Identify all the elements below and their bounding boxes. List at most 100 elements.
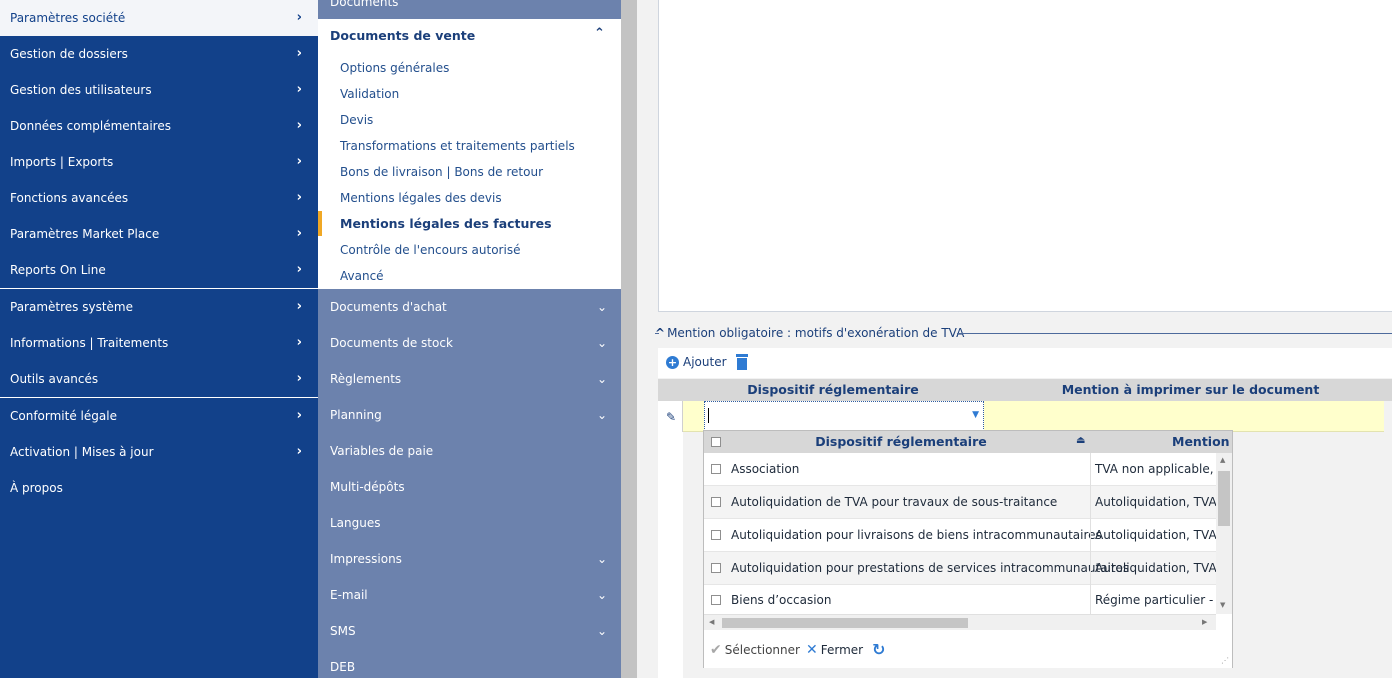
row-edit-indicator: ✎ xyxy=(658,401,683,432)
select-button[interactable]: ✔ Sélectionner xyxy=(710,642,800,658)
row-mention: Régime particulier - Bie xyxy=(1090,585,1216,614)
submenu-group-label: Variables de paie xyxy=(330,444,434,458)
submenu-group-documents-vente[interactable]: Documents de vente xyxy=(330,28,475,43)
add-button[interactable]: + Ajouter xyxy=(666,355,727,369)
column-header-dispositif[interactable]: Dispositif réglementaire xyxy=(683,379,983,401)
dropdown-horizontal-scrollbar[interactable]: ◀ ▶ xyxy=(704,614,1216,630)
submenu-group-email[interactable]: E-mail ⌄ xyxy=(318,577,621,613)
chevron-right-icon: › xyxy=(296,190,302,205)
row-checkbox[interactable] xyxy=(711,595,721,605)
sidebar-item-donnees-complementaires[interactable]: Données complémentaires › xyxy=(0,108,318,144)
refresh-icon[interactable]: ↻ xyxy=(872,640,885,659)
row-dispositif: Biens d’occasion xyxy=(731,593,832,607)
grid-indicator-column xyxy=(658,432,683,678)
chevron-right-icon: › xyxy=(296,444,302,459)
section-header[interactable]: ^ Mention obligatoire : motifs d'exonérat… xyxy=(655,326,964,340)
dropdown-row[interactable]: Autoliquidation de TVA pour travaux de s… xyxy=(704,486,1216,519)
submenu-group-documents[interactable]: Documents xyxy=(318,0,621,19)
sidebar-item-fonctions-avancees[interactable]: Fonctions avancées › xyxy=(0,180,318,216)
sidebar-item-outils-avances[interactable]: Outils avancés › xyxy=(0,361,318,397)
submenu-item-mentions-devis[interactable]: Mentions légales des devis xyxy=(340,185,502,211)
sidebar-item-gestion-dossiers[interactable]: Gestion de dossiers › xyxy=(0,36,318,72)
dropdown-row[interactable]: Autoliquidation pour prestations de serv… xyxy=(704,552,1216,585)
scroll-up-icon[interactable]: ▲ xyxy=(1220,456,1225,464)
scrollbar-thumb[interactable] xyxy=(722,618,968,628)
main-sidebar: Paramètres société › Gestion de dossiers… xyxy=(0,0,318,678)
submenu-group-label: DEB xyxy=(330,660,356,674)
dropdown-row[interactable]: Association TVA non applicable, a xyxy=(704,453,1216,486)
submenu-item-controle-encours[interactable]: Contrôle de l'encours autorisé xyxy=(340,237,520,263)
dropdown-row[interactable]: Biens d’occasion Régime particulier - Bi… xyxy=(704,585,1216,614)
sidebar-item-parametres-societe[interactable]: Paramètres société › xyxy=(0,0,318,36)
submenu-group-sms[interactable]: SMS ⌄ xyxy=(318,613,621,649)
column-header-mention[interactable]: Mention à imprimer sur le document xyxy=(993,379,1388,401)
submenu-group-langues[interactable]: Langues xyxy=(318,505,621,541)
dropdown-column-dispositif[interactable]: Dispositif réglementaire xyxy=(726,431,1076,453)
row-dispositif: Autoliquidation de TVA pour travaux de s… xyxy=(731,495,1058,509)
sort-ascending-icon[interactable]: ⏏ xyxy=(1076,435,1085,446)
sidebar-item-market-place[interactable]: Paramètres Market Place › xyxy=(0,216,318,252)
submenu-group-label: Documents xyxy=(330,0,399,9)
dropdown-column-mention[interactable]: Mention à xyxy=(1090,431,1232,453)
select-all-checkbox[interactable] xyxy=(711,437,721,447)
submenu-item-validation[interactable]: Validation xyxy=(340,81,399,107)
row-checkbox[interactable] xyxy=(711,464,721,474)
submenu-item-transformations[interactable]: Transformations et traitements partiels xyxy=(340,133,575,159)
text-caret xyxy=(708,408,709,423)
scrollbar-thumb[interactable] xyxy=(1218,471,1230,526)
submenu-item-devis[interactable]: Devis xyxy=(340,107,373,133)
submenu-group-planning[interactable]: Planning ⌄ xyxy=(318,397,621,433)
sidebar-item-imports-exports[interactable]: Imports | Exports › xyxy=(0,144,318,180)
scroll-right-icon[interactable]: ▶ xyxy=(1202,618,1207,626)
caret-down-icon[interactable]: ▼ xyxy=(972,410,979,420)
chevron-right-icon: › xyxy=(296,299,302,314)
chevron-right-icon: › xyxy=(296,154,302,169)
sidebar-item-parametres-systeme[interactable]: Paramètres système › xyxy=(0,289,318,325)
scroll-left-icon[interactable]: ◀ xyxy=(709,618,714,626)
dropdown-row[interactable]: Autoliquidation pour livraisons de biens… xyxy=(704,519,1216,552)
trash-icon[interactable] xyxy=(736,354,748,370)
sidebar-item-label: Données complémentaires xyxy=(10,119,171,133)
section-rule xyxy=(957,333,1392,334)
submenu-group-label: Langues xyxy=(330,516,381,530)
submenu-item-bons-livraison[interactable]: Bons de livraison | Bons de retour xyxy=(340,159,543,185)
submenu-group-variables-paie[interactable]: Variables de paie xyxy=(318,433,621,469)
close-button[interactable]: ✕ Fermer xyxy=(806,642,863,658)
sidebar-item-informations-traitements[interactable]: Informations | Traitements › xyxy=(0,325,318,361)
submenu-scrollbar[interactable] xyxy=(621,0,637,678)
submenu-group-deb[interactable]: DEB xyxy=(318,649,621,678)
scroll-down-icon[interactable]: ▼ xyxy=(1220,601,1225,609)
submenu-group-impressions[interactable]: Impressions ⌄ xyxy=(318,541,621,577)
resize-grip-icon[interactable]: ⋰ xyxy=(1221,656,1229,665)
sidebar-item-activation[interactable]: Activation | Mises à jour › xyxy=(0,434,318,470)
chevron-down-icon: ⌄ xyxy=(596,552,607,566)
add-button-label: Ajouter xyxy=(683,355,727,369)
sidebar-item-a-propos[interactable]: À propos xyxy=(0,470,318,506)
row-checkbox[interactable] xyxy=(711,563,721,573)
sidebar-item-reports-online[interactable]: Reports On Line › xyxy=(0,252,318,288)
submenu-group-label: Planning xyxy=(330,408,382,422)
sidebar-item-label: Reports On Line xyxy=(10,263,106,277)
chevron-right-icon: › xyxy=(296,226,302,241)
sidebar-item-label: Informations | Traitements xyxy=(10,336,169,350)
submenu-group-label: SMS xyxy=(330,624,356,638)
sidebar-item-gestion-utilisateurs[interactable]: Gestion des utilisateurs › xyxy=(0,72,318,108)
dropdown-vertical-scrollbar[interactable]: ▲ ▼ xyxy=(1216,453,1232,614)
plus-circle-icon: + xyxy=(666,356,679,369)
chevron-right-icon: › xyxy=(296,118,302,133)
submenu-group-reglements[interactable]: Règlements ⌄ xyxy=(318,361,621,397)
submenu-item-avance[interactable]: Avancé xyxy=(340,263,384,289)
submenu-item-options-generales[interactable]: Options générales xyxy=(340,55,449,81)
sidebar-item-conformite-legale[interactable]: Conformité légale › xyxy=(0,398,318,434)
collapse-caret-icon[interactable]: ^ xyxy=(655,326,665,340)
submenu-group-multi-depots[interactable]: Multi-dépôts xyxy=(318,469,621,505)
row-checkbox[interactable] xyxy=(711,530,721,540)
submenu-item-mentions-factures[interactable]: Mentions légales des factures xyxy=(340,211,552,237)
chevron-right-icon: › xyxy=(296,46,302,61)
dispositif-combobox[interactable]: ▼ xyxy=(704,401,984,431)
submenu-group-documents-stock[interactable]: Documents de stock ⌄ xyxy=(318,325,621,361)
chevron-up-icon[interactable]: ⌃ xyxy=(594,26,605,41)
row-checkbox[interactable] xyxy=(711,497,721,507)
chevron-down-icon: ⌄ xyxy=(596,624,607,638)
submenu-group-documents-achat[interactable]: Documents d'achat ⌄ xyxy=(318,289,621,325)
